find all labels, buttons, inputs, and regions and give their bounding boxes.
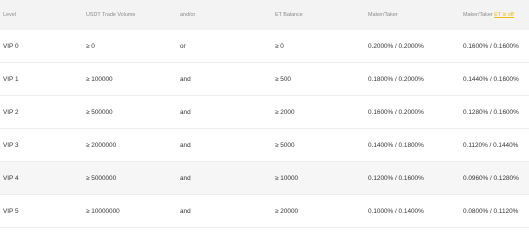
row-trade-volume: ≥ 500000: [86, 108, 113, 116]
row-level: VIP 1: [3, 75, 19, 83]
table-row: VIP 4 ≥ 5000000 and ≥ 10000 0.1200% / 0.…: [0, 162, 529, 195]
vip-fee-table: Level USDT Trade Volume and/or ET Balanc…: [0, 0, 529, 228]
header-maker-taker: Maker/Taker: [368, 12, 398, 18]
row-et-balance: ≥ 2000: [275, 108, 295, 116]
et-off-link[interactable]: ET is off: [494, 12, 514, 18]
table-row: VIP 3 ≥ 2000000 and ≥ 5000 0.1400% / 0.1…: [0, 129, 529, 162]
row-maker-taker-et: 0.0960% / 0.1280%: [463, 174, 519, 182]
header-et-balance: ET Balance: [275, 12, 303, 18]
header-trade-volume: USDT Trade Volume: [86, 12, 136, 18]
row-level: VIP 3: [3, 141, 19, 149]
row-and-or: and: [180, 108, 191, 116]
row-trade-volume: ≥ 5000000: [86, 174, 117, 182]
table-header: Level USDT Trade Volume and/or ET Balanc…: [0, 0, 529, 30]
header-maker-taker-et-label: Maker/Taker: [463, 12, 493, 18]
row-trade-volume: ≥ 0: [86, 42, 95, 50]
row-maker-taker-et: 0.1280% / 0.1600%: [463, 108, 519, 116]
row-level: VIP 4: [3, 174, 19, 182]
row-and-or: and: [180, 75, 191, 83]
row-maker-taker: 0.1600% / 0.2000%: [368, 108, 424, 116]
row-maker-taker: 0.2000% / 0.2000%: [368, 42, 424, 50]
row-level: VIP 2: [3, 108, 19, 116]
row-and-or: and: [180, 207, 191, 215]
row-et-balance: ≥ 5000: [275, 141, 295, 149]
row-and-or: and: [180, 141, 191, 149]
row-level: VIP 0: [3, 42, 19, 50]
row-level: VIP 5: [3, 207, 19, 215]
row-trade-volume: ≥ 10000000: [86, 207, 120, 215]
row-maker-taker: 0.1200% / 0.1600%: [368, 174, 424, 182]
table-row: VIP 1 ≥ 100000 and ≥ 500 0.1800% / 0.200…: [0, 63, 529, 96]
row-maker-taker: 0.1800% / 0.2000%: [368, 75, 424, 83]
row-and-or: or: [180, 42, 186, 50]
row-et-balance: ≥ 500: [275, 75, 291, 83]
table-row: VIP 2 ≥ 500000 and ≥ 2000 0.1600% / 0.20…: [0, 96, 529, 129]
table-row: VIP 5 ≥ 10000000 and ≥ 20000 0.1000% / 0…: [0, 195, 529, 228]
header-level: Level: [3, 12, 16, 18]
row-trade-volume: ≥ 2000000: [86, 141, 117, 149]
row-trade-volume: ≥ 100000: [86, 75, 113, 83]
table-row: VIP 0 ≥ 0 or ≥ 0 0.2000% / 0.2000% 0.160…: [0, 30, 529, 63]
row-et-balance: ≥ 10000: [275, 174, 299, 182]
row-maker-taker-et: 0.1440% / 0.1600%: [463, 75, 519, 83]
row-maker-taker: 0.1400% / 0.1800%: [368, 141, 424, 149]
row-maker-taker-et: 0.1600% / 0.1600%: [463, 42, 519, 50]
header-and-or: and/or: [180, 12, 196, 18]
row-and-or: and: [180, 174, 191, 182]
row-maker-taker-et: 0.0800% / 0.1120%: [463, 207, 519, 215]
row-maker-taker: 0.1000% / 0.1400%: [368, 207, 424, 215]
row-et-balance: ≥ 20000: [275, 207, 299, 215]
row-et-balance: ≥ 0: [275, 42, 284, 50]
row-maker-taker-et: 0.1120% / 0.1440%: [463, 141, 519, 149]
header-maker-taker-et: Maker/Taker ET is off: [463, 12, 514, 18]
